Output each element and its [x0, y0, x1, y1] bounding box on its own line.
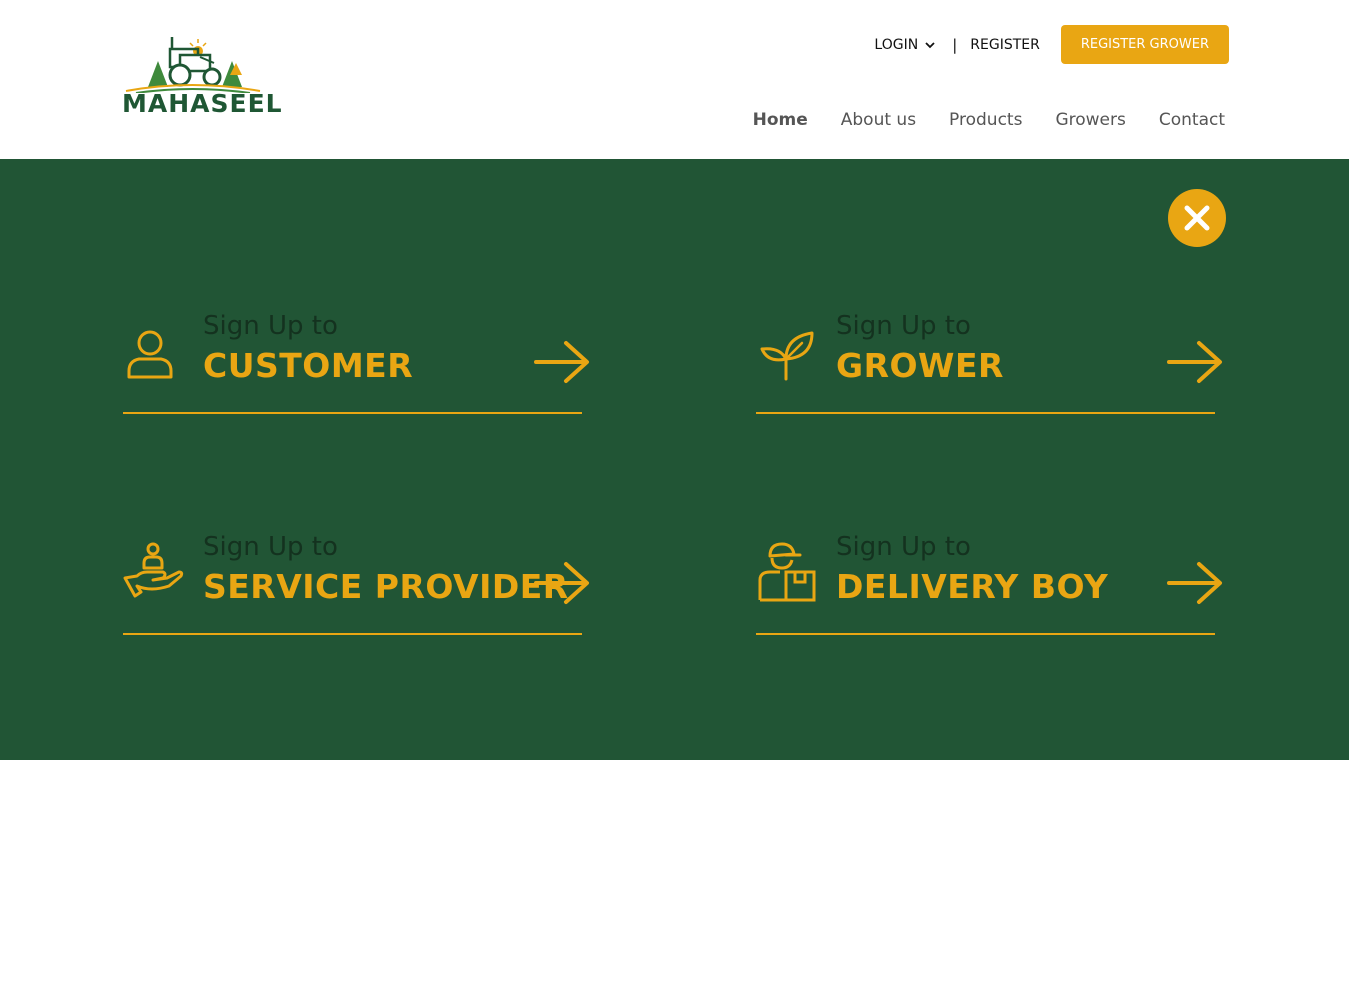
arrow-right-icon: [534, 341, 589, 383]
nav-growers[interactable]: Growers: [1055, 110, 1125, 130]
signup-grower-label: GROWER: [836, 346, 1004, 385]
divider-line: [123, 412, 582, 414]
divider-line: [123, 633, 582, 635]
account-bar: LOGIN | REGISTER REGISTER GROWER: [874, 25, 1229, 64]
nav-about-us[interactable]: About us: [841, 110, 916, 130]
signup-customer-label: CUSTOMER: [203, 346, 414, 385]
signup-prefix: Sign Up to: [203, 311, 338, 341]
brand-logo[interactable]: MAHASEEL: [122, 33, 283, 123]
sprout-icon: [760, 331, 814, 381]
divider-line: [756, 633, 1215, 635]
arrow-right-icon: [534, 562, 589, 604]
main-nav: Home About us Products Growers Contact: [753, 110, 1225, 130]
register-grower-button[interactable]: REGISTER GROWER: [1060, 25, 1229, 64]
separator: |: [952, 35, 958, 54]
signup-delivery-boy-card[interactable]: Sign Up to DELIVERY BOY: [756, 520, 1222, 635]
nav-products[interactable]: Products: [949, 110, 1022, 130]
divider-line: [756, 412, 1215, 414]
tractor-logo-icon: [125, 37, 261, 94]
signup-delivery-boy-label: DELIVERY BOY: [836, 567, 1109, 606]
user-icon: [127, 330, 173, 379]
login-label: LOGIN: [874, 36, 919, 53]
nav-home[interactable]: Home: [753, 110, 808, 130]
signup-grower-card[interactable]: Sign Up to GROWER: [756, 299, 1222, 414]
close-icon: [1184, 205, 1210, 231]
arrow-right-icon: [1167, 341, 1222, 383]
signup-panel: Sign Up to CUSTOMER Sign Up to GROWER Si…: [0, 159, 1349, 760]
nav-contact[interactable]: Contact: [1159, 110, 1225, 130]
signup-prefix: Sign Up to: [203, 532, 338, 562]
hand-person-icon: [123, 542, 184, 598]
arrow-right-icon: [1167, 562, 1222, 604]
login-dropdown[interactable]: LOGIN: [874, 37, 936, 53]
signup-prefix: Sign Up to: [836, 311, 971, 341]
signup-customer-card[interactable]: Sign Up to CUSTOMER: [123, 299, 589, 414]
delivery-person-icon: [758, 542, 816, 602]
close-button[interactable]: [1168, 189, 1226, 247]
signup-service-provider-label: SERVICE PROVIDER: [203, 567, 569, 606]
signup-prefix: Sign Up to: [836, 532, 971, 562]
chevron-down-icon: [925, 41, 935, 48]
brand-name: MAHASEEL: [122, 89, 283, 118]
signup-service-provider-card[interactable]: Sign Up to SERVICE PROVIDER: [123, 520, 589, 635]
site-header: MAHASEEL LOGIN | REGISTER REGISTER GROWE…: [0, 0, 1349, 159]
register-link[interactable]: REGISTER: [970, 37, 1040, 53]
